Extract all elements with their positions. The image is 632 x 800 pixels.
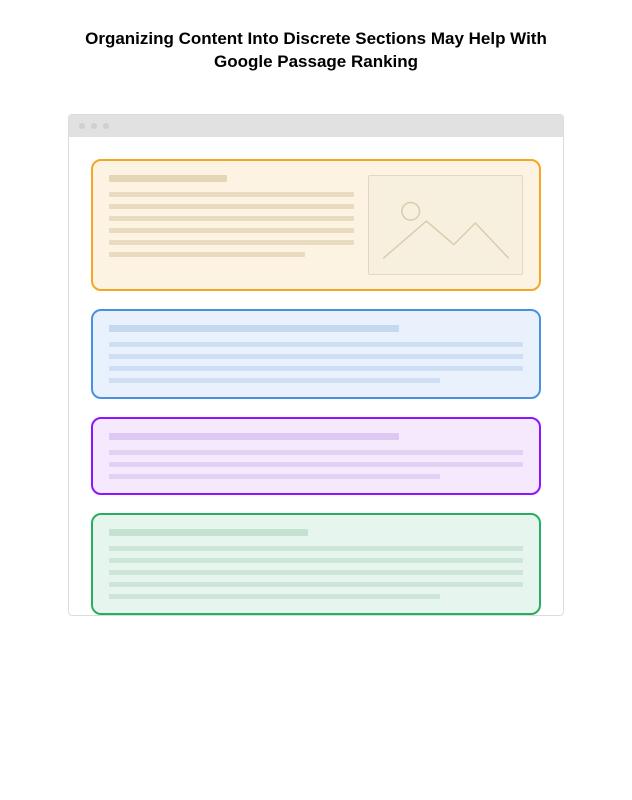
window-dot-icon — [79, 123, 85, 129]
content-section-orange — [91, 159, 541, 291]
section-text — [109, 175, 354, 257]
image-placeholder-icon — [368, 175, 523, 275]
section-text — [109, 325, 523, 383]
content-section-green — [91, 513, 541, 615]
section-text — [109, 433, 523, 479]
section-text — [109, 529, 523, 599]
content-section-purple — [91, 417, 541, 495]
page-title: Organizing Content Into Discrete Section… — [56, 28, 576, 74]
content-section-blue — [91, 309, 541, 399]
window-dot-icon — [91, 123, 97, 129]
window-dot-icon — [103, 123, 109, 129]
browser-titlebar — [69, 115, 563, 137]
browser-mockup — [68, 114, 564, 616]
browser-viewport — [69, 137, 563, 615]
